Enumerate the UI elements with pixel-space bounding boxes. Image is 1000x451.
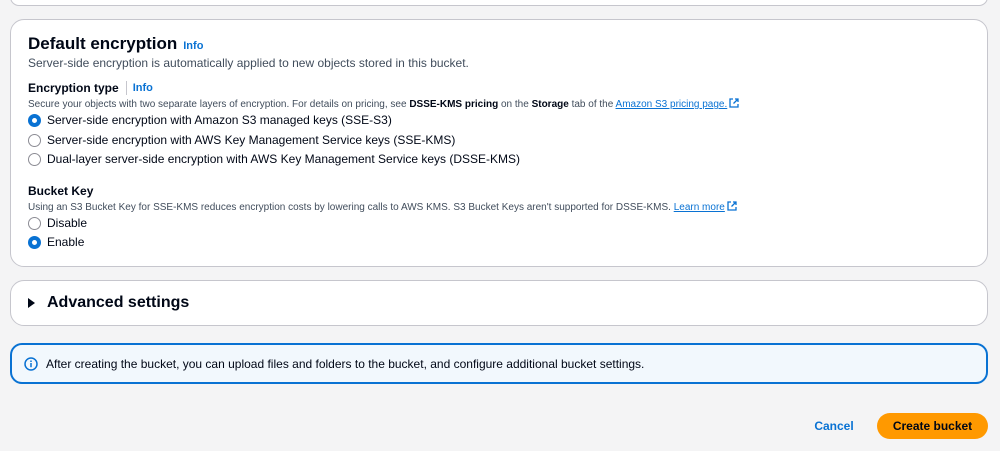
radio-dsse-kms[interactable]: Dual-layer server-side encryption with A… <box>28 152 520 166</box>
section-heading: Default encryption Info <box>28 34 203 54</box>
desc-bold-storage: Storage <box>531 99 569 110</box>
advanced-settings-toggle[interactable]: Advanced settings <box>28 294 189 312</box>
section-description: Server-side encryption is automatically … <box>28 56 469 70</box>
advanced-settings-label: Advanced settings <box>47 294 190 311</box>
encryption-type-description: Secure your objects with two separate la… <box>28 98 739 110</box>
divider <box>125 81 127 95</box>
radio-label: Server-side encryption with AWS Key Mana… <box>47 133 456 147</box>
radio-button[interactable] <box>28 152 41 166</box>
section-title: Default encryption <box>28 34 178 53</box>
external-link-icon <box>727 201 737 211</box>
learn-more-link[interactable]: Learn more <box>674 202 725 213</box>
radio-bucket-key-disable[interactable]: Disable <box>28 216 87 230</box>
encryption-type-info-link[interactable]: Info <box>133 82 153 94</box>
radio-button-checked[interactable] <box>28 113 41 127</box>
encryption-info-link[interactable]: Info <box>183 40 203 52</box>
radio-button-checked[interactable] <box>28 235 41 249</box>
bucket-key-label: Bucket Key <box>28 184 94 198</box>
previous-section-card <box>10 0 988 6</box>
cancel-button[interactable]: Cancel <box>808 413 860 439</box>
info-alert: After creating the bucket, you can uploa… <box>10 343 988 384</box>
radio-label: Server-side encryption with Amazon S3 ma… <box>47 113 392 127</box>
desc-text: Using an S3 Bucket Key for SSE-KMS reduc… <box>28 202 674 213</box>
radio-sse-s3[interactable]: Server-side encryption with Amazon S3 ma… <box>28 113 392 127</box>
encryption-type-label-row: Encryption type Info <box>28 81 153 95</box>
encryption-type-label: Encryption type <box>28 81 119 95</box>
radio-sse-kms[interactable]: Server-side encryption with AWS Key Mana… <box>28 133 455 147</box>
radio-button[interactable] <box>28 133 41 147</box>
radio-label: Disable <box>47 216 88 230</box>
alert-text: After creating the bucket, you can uploa… <box>46 356 645 371</box>
radio-button[interactable] <box>28 216 41 230</box>
radio-bucket-key-enable[interactable]: Enable <box>28 235 84 249</box>
desc-bold-pricing: DSSE-KMS pricing <box>409 99 499 110</box>
s3-pricing-link[interactable]: Amazon S3 pricing page. <box>616 99 728 110</box>
desc-text: on the <box>498 99 532 110</box>
radio-label: Enable <box>47 235 85 249</box>
info-circle-icon <box>24 356 38 371</box>
radio-label: Dual-layer server-side encryption with A… <box>47 152 521 166</box>
advanced-settings-card: Advanced settings <box>10 280 988 326</box>
caret-right-icon <box>28 298 35 308</box>
desc-text: tab of the <box>568 99 616 110</box>
default-encryption-card: Default encryption Info Server-side encry… <box>10 19 988 267</box>
create-bucket-button[interactable]: Create bucket <box>877 413 988 439</box>
bucket-key-description: Using an S3 Bucket Key for SSE-KMS reduc… <box>28 201 737 213</box>
external-link-icon <box>729 98 739 108</box>
desc-text: Secure your objects with two separate la… <box>28 99 410 110</box>
